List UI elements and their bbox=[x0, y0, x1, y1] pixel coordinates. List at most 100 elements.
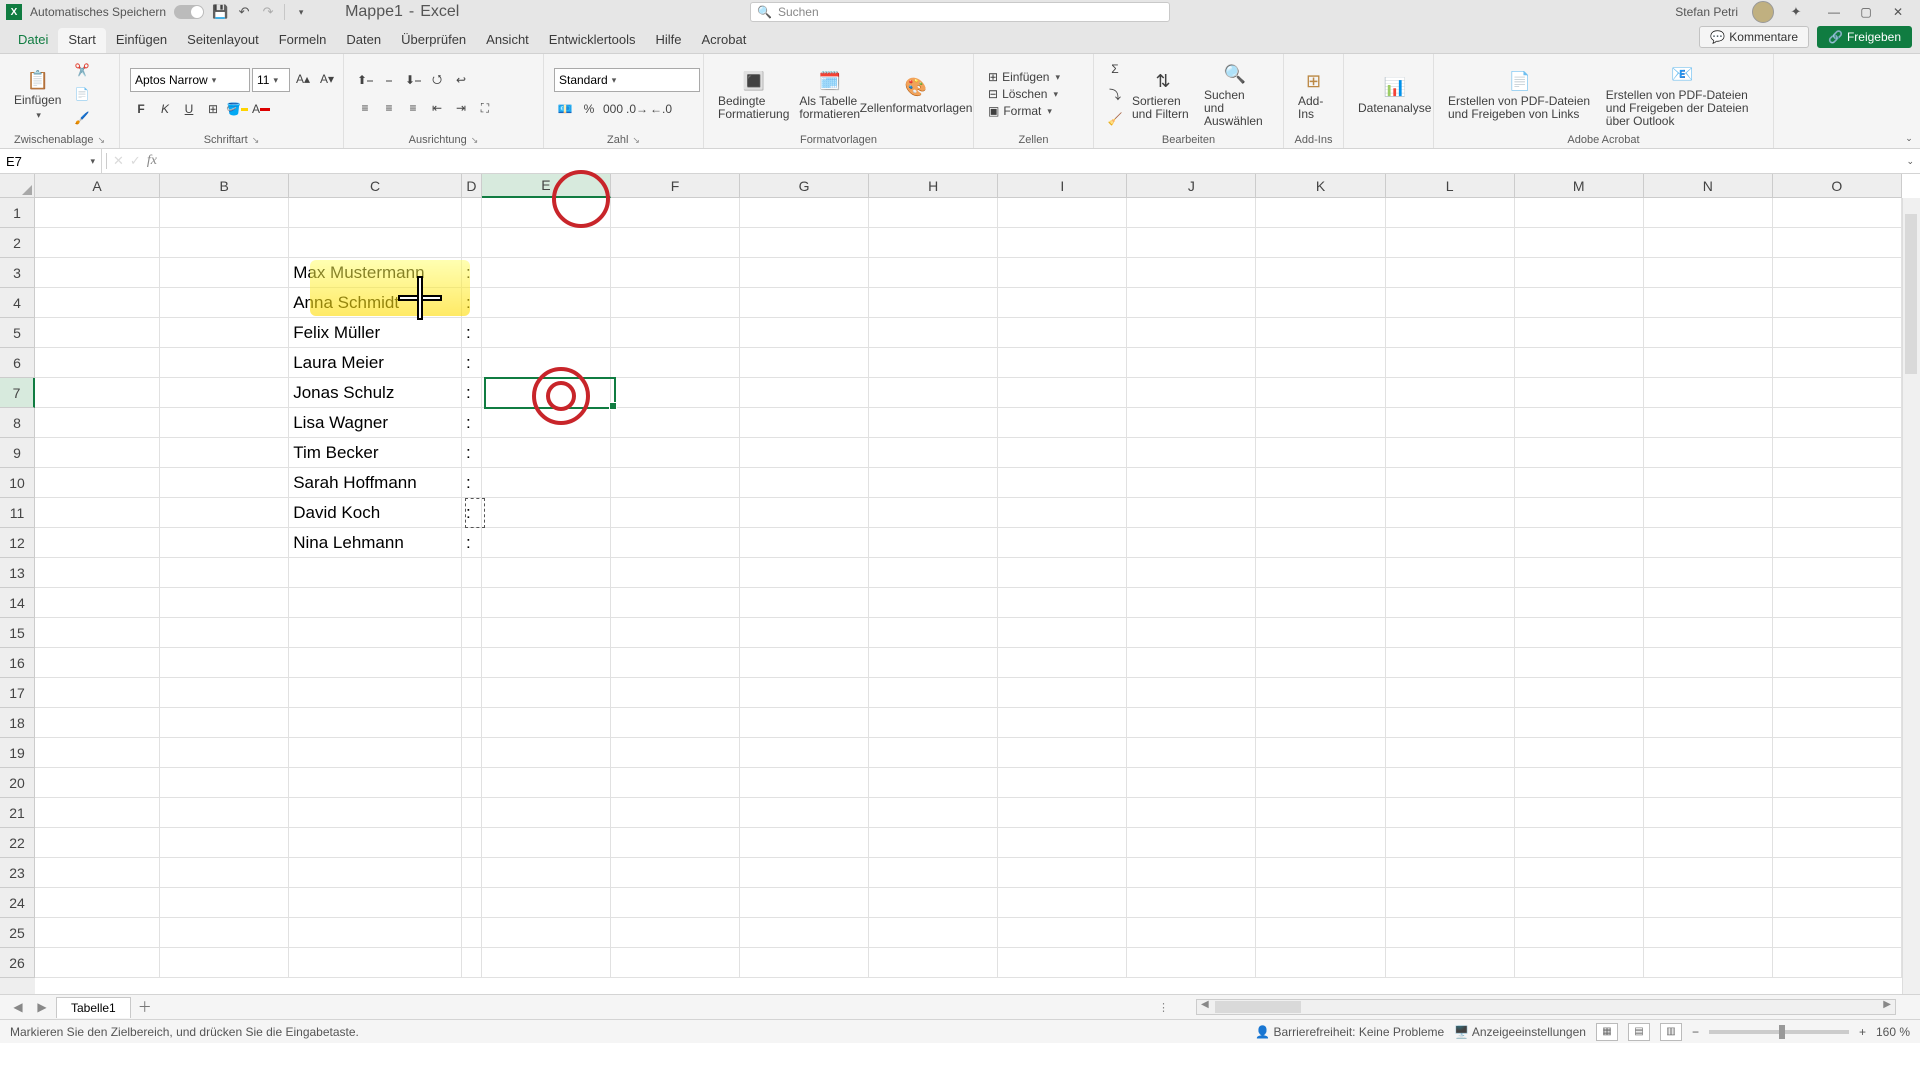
cell-J3[interactable] bbox=[1127, 258, 1256, 287]
align-bottom-icon[interactable]: ⬇⎯ bbox=[402, 69, 424, 91]
cell-M10[interactable] bbox=[1515, 468, 1644, 497]
cell-G22[interactable] bbox=[740, 828, 869, 857]
accounting-format-icon[interactable]: 💶 bbox=[554, 98, 576, 120]
cell-D14[interactable] bbox=[462, 588, 482, 617]
cell-I16[interactable] bbox=[998, 648, 1127, 677]
cell-I10[interactable] bbox=[998, 468, 1127, 497]
addins-button[interactable]: ⊞Add-Ins bbox=[1294, 67, 1333, 121]
cell-M19[interactable] bbox=[1515, 738, 1644, 767]
cell-H4[interactable] bbox=[869, 288, 998, 317]
cell-I5[interactable] bbox=[998, 318, 1127, 347]
cell-G5[interactable] bbox=[740, 318, 869, 347]
cell-C15[interactable] bbox=[289, 618, 462, 647]
orientation-icon[interactable]: ⭯ bbox=[426, 69, 448, 91]
cell-A10[interactable] bbox=[35, 468, 160, 497]
ribbon-collapse-icon[interactable]: ⌄ bbox=[1905, 133, 1913, 144]
cell-L26[interactable] bbox=[1386, 948, 1515, 977]
cell-O18[interactable] bbox=[1773, 708, 1902, 737]
cell-G21[interactable] bbox=[740, 798, 869, 827]
cell-E17[interactable] bbox=[482, 678, 611, 707]
format-cells-button[interactable]: ▣Format▾ bbox=[984, 104, 1064, 118]
cell-K6[interactable] bbox=[1256, 348, 1385, 377]
cell-N9[interactable] bbox=[1644, 438, 1773, 467]
cell-G24[interactable] bbox=[740, 888, 869, 917]
cell-M13[interactable] bbox=[1515, 558, 1644, 587]
cell-J12[interactable] bbox=[1127, 528, 1256, 557]
cancel-formula-icon[interactable]: ✕ bbox=[113, 153, 124, 169]
cell-N16[interactable] bbox=[1644, 648, 1773, 677]
cell-C10[interactable]: Sarah Hoffmann bbox=[289, 468, 462, 497]
column-header-O[interactable]: O bbox=[1773, 174, 1902, 198]
cell-O1[interactable] bbox=[1773, 198, 1902, 227]
cell-C4[interactable]: Anna Schmidt bbox=[289, 288, 462, 317]
cell-M7[interactable] bbox=[1515, 378, 1644, 407]
minimize-button[interactable]: — bbox=[1818, 0, 1850, 24]
cell-J25[interactable] bbox=[1127, 918, 1256, 947]
align-left-icon[interactable]: ≡ bbox=[354, 97, 376, 119]
save-icon[interactable]: 💾 bbox=[212, 4, 228, 20]
cell-N10[interactable] bbox=[1644, 468, 1773, 497]
cell-K23[interactable] bbox=[1256, 858, 1385, 887]
cell-H20[interactable] bbox=[869, 768, 998, 797]
row-header-4[interactable]: 4 bbox=[0, 288, 35, 318]
cell-A11[interactable] bbox=[35, 498, 160, 527]
cell-D5[interactable]: : bbox=[462, 318, 482, 347]
row-header-17[interactable]: 17 bbox=[0, 678, 35, 708]
cell-N24[interactable] bbox=[1644, 888, 1773, 917]
cell-J4[interactable] bbox=[1127, 288, 1256, 317]
row-header-24[interactable]: 24 bbox=[0, 888, 35, 918]
cell-D9[interactable]: : bbox=[462, 438, 482, 467]
cell-C5[interactable]: Felix Müller bbox=[289, 318, 462, 347]
cell-F20[interactable] bbox=[611, 768, 740, 797]
align-launcher-icon[interactable]: ↘ bbox=[471, 135, 479, 146]
cell-G13[interactable] bbox=[740, 558, 869, 587]
cell-B24[interactable] bbox=[160, 888, 289, 917]
cell-M23[interactable] bbox=[1515, 858, 1644, 887]
cell-I17[interactable] bbox=[998, 678, 1127, 707]
cut-button[interactable]: ✂️ bbox=[71, 59, 93, 81]
clipboard-launcher-icon[interactable]: ↘ bbox=[97, 135, 105, 146]
cell-I11[interactable] bbox=[998, 498, 1127, 527]
column-header-B[interactable]: B bbox=[160, 174, 289, 198]
cell-H14[interactable] bbox=[869, 588, 998, 617]
cell-E5[interactable] bbox=[482, 318, 611, 347]
column-header-I[interactable]: I bbox=[998, 174, 1127, 198]
cell-C9[interactable]: Tim Becker bbox=[289, 438, 462, 467]
wrap-text-button[interactable]: ↩ bbox=[450, 69, 472, 91]
cell-F14[interactable] bbox=[611, 588, 740, 617]
column-header-K[interactable]: K bbox=[1256, 174, 1385, 198]
normal-view-icon[interactable]: ▦ bbox=[1596, 1023, 1618, 1041]
cell-C8[interactable]: Lisa Wagner bbox=[289, 408, 462, 437]
row-header-11[interactable]: 11 bbox=[0, 498, 35, 528]
cell-E1[interactable] bbox=[482, 198, 611, 227]
cell-K7[interactable] bbox=[1256, 378, 1385, 407]
cell-L4[interactable] bbox=[1386, 288, 1515, 317]
cell-H10[interactable] bbox=[869, 468, 998, 497]
cell-A19[interactable] bbox=[35, 738, 160, 767]
cell-J26[interactable] bbox=[1127, 948, 1256, 977]
cell-J23[interactable] bbox=[1127, 858, 1256, 887]
cell-I8[interactable] bbox=[998, 408, 1127, 437]
cell-E26[interactable] bbox=[482, 948, 611, 977]
cell-I26[interactable] bbox=[998, 948, 1127, 977]
cell-K8[interactable] bbox=[1256, 408, 1385, 437]
cell-M14[interactable] bbox=[1515, 588, 1644, 617]
cell-F13[interactable] bbox=[611, 558, 740, 587]
tab-acrobat[interactable]: Acrobat bbox=[692, 28, 757, 53]
merge-center-button[interactable]: ⛶ bbox=[474, 97, 496, 119]
row-header-26[interactable]: 26 bbox=[0, 948, 35, 978]
cell-I14[interactable] bbox=[998, 588, 1127, 617]
cell-N13[interactable] bbox=[1644, 558, 1773, 587]
cell-D7[interactable]: : bbox=[462, 378, 482, 407]
sheet-prev-icon[interactable]: ◀ bbox=[8, 997, 28, 1017]
cell-E11[interactable] bbox=[482, 498, 611, 527]
cell-M24[interactable] bbox=[1515, 888, 1644, 917]
column-header-C[interactable]: C bbox=[289, 174, 462, 198]
cell-I19[interactable] bbox=[998, 738, 1127, 767]
column-header-M[interactable]: M bbox=[1515, 174, 1644, 198]
cell-G3[interactable] bbox=[740, 258, 869, 287]
cell-L23[interactable] bbox=[1386, 858, 1515, 887]
cell-L24[interactable] bbox=[1386, 888, 1515, 917]
cell-K24[interactable] bbox=[1256, 888, 1385, 917]
cell-F16[interactable] bbox=[611, 648, 740, 677]
